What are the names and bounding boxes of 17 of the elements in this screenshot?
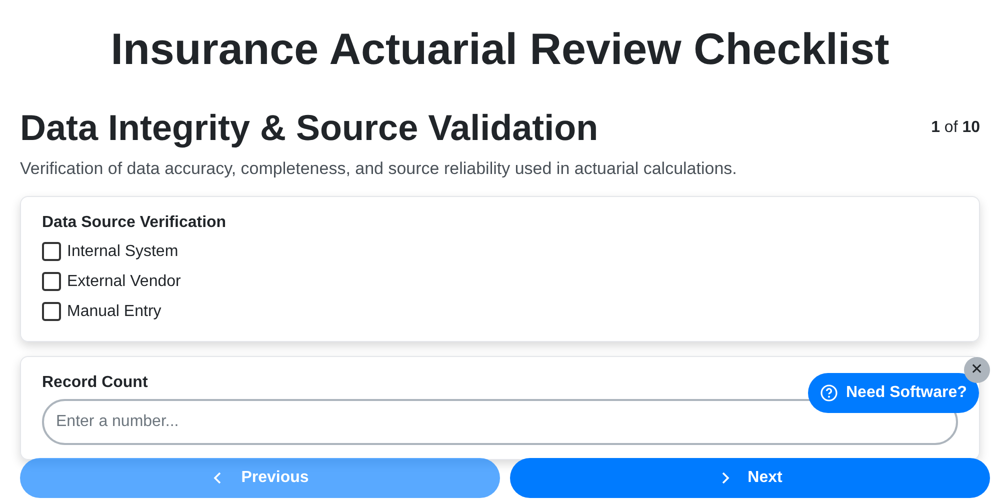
question-label: Data Source Verification — [42, 212, 226, 232]
help-button[interactable]: Need Software? — [808, 373, 979, 413]
question-label: Record Count — [42, 372, 148, 392]
close-button[interactable]: ✕ — [964, 357, 990, 383]
section-description: Verification of data accuracy, completeness, and source reliability used in actuarial calculations. — [20, 158, 738, 180]
checkbox[interactable] — [42, 302, 61, 321]
help-icon — [820, 384, 838, 402]
number-field[interactable]: Enter a number... — [42, 398, 958, 444]
step-counter: 1 of 10 — [931, 118, 980, 138]
section-heading: Data Integrity & Source Validation — [20, 106, 598, 150]
page-title: Insurance Actuarial Review Checklist — [110, 24, 890, 76]
checkbox[interactable] — [42, 242, 61, 261]
checkbox-label: Manual Entry — [67, 302, 162, 322]
next-button[interactable]: Next — [510, 458, 990, 498]
checkbox-label: Internal System — [67, 242, 178, 262]
checkbox-label: External Vendor — [67, 272, 181, 292]
checkbox[interactable] — [42, 272, 61, 291]
